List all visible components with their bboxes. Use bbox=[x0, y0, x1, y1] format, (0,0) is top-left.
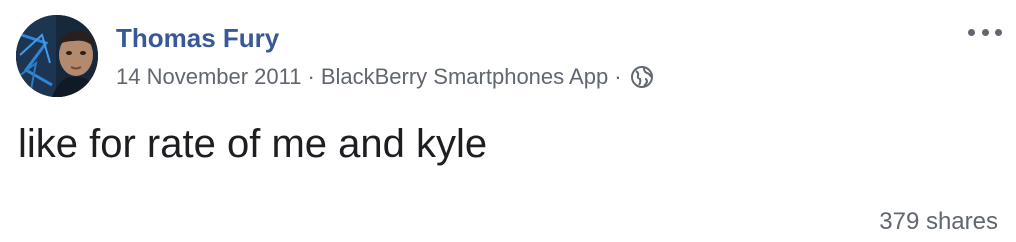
post-text: like for rate of me and kyle bbox=[18, 122, 488, 166]
more-dot bbox=[981, 28, 989, 36]
app-name: BlackBerry Smartphones App bbox=[320, 64, 609, 89]
more-dot bbox=[995, 28, 1002, 36]
meta-separator: · bbox=[307, 64, 315, 89]
post-date[interactable]: 14 November 2011 bbox=[116, 64, 302, 90]
author-name[interactable]: Thomas Fury bbox=[116, 20, 279, 56]
post-meta: 14 November 2011 · BlackBerry Smartphone… bbox=[116, 60, 654, 94]
shares-count[interactable]: 379 shares bbox=[879, 208, 998, 236]
more-dot bbox=[968, 28, 975, 36]
avatar-photo bbox=[16, 15, 98, 97]
avatar[interactable] bbox=[16, 15, 98, 97]
post-card: Thomas Fury 14 November 2011 · BlackBerr… bbox=[0, 0, 1016, 242]
meta-separator: · bbox=[614, 64, 622, 89]
more-options-icon[interactable] bbox=[968, 22, 1002, 42]
globe-icon[interactable] bbox=[630, 65, 654, 89]
